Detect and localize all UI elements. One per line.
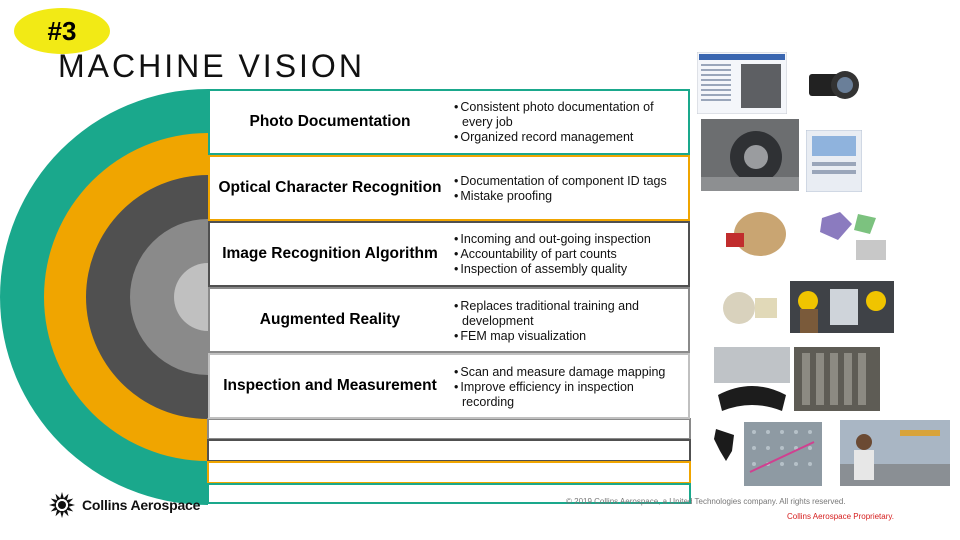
bullet-item: Inspection of assembly quality (454, 262, 686, 277)
row-ocr: Optical Character Recognition Documentat… (208, 155, 690, 221)
bullet-list: Documentation of component ID tags Mista… (454, 174, 686, 204)
form-screenshot-image (697, 52, 787, 114)
hologram-training-image (790, 281, 894, 339)
collins-aerospace-logo: Collins Aerospace (48, 491, 200, 519)
hololens-image (714, 347, 790, 423)
assembly-diagram-image (702, 199, 794, 269)
engine-photo-image (701, 119, 799, 191)
collins-sunburst-icon (49, 492, 75, 518)
row-label: Image Recognition Algorithm (222, 245, 438, 262)
copyright-notice: © 2019 Collins Aerospace, a United Techn… (566, 497, 846, 506)
ocr-screen-image (806, 130, 862, 192)
bullet-item: Scan and measure damage mapping (454, 365, 686, 380)
technician-warehouse-image (840, 420, 950, 486)
row-augmented-reality: Augmented Reality Replaces traditional t… (208, 287, 690, 353)
bullet-list: Consistent photo documentation of every … (454, 100, 686, 145)
bullet-item: Consistent photo documentation of every … (454, 100, 686, 130)
bullet-list: Scan and measure damage mapping Improve … (454, 365, 686, 410)
bullet-item: Improve efficiency in inspection recordi… (454, 380, 686, 410)
bullet-item: Replaces traditional training and develo… (454, 299, 686, 329)
empty-band-2 (207, 439, 691, 462)
ar-diagram-image (709, 278, 785, 336)
row-photo-documentation: Photo Documentation Consistent photo doc… (208, 89, 690, 155)
damage-map-image (744, 422, 822, 486)
bullet-list: Replaces traditional training and develo… (454, 299, 686, 344)
empty-band-3 (207, 461, 691, 484)
row-label: Augmented Reality (259, 311, 401, 328)
bullet-item: Documentation of component ID tags (454, 174, 686, 189)
bullet-item: Incoming and out-going inspection (454, 232, 686, 247)
bullet-item: Accountability of part counts (454, 247, 686, 262)
camera-image (795, 52, 865, 114)
scanner-device-image (710, 425, 740, 465)
proprietary-notice: Collins Aerospace Proprietary. (787, 512, 895, 521)
bullet-item: FEM map visualization (454, 329, 686, 344)
page-title: MACHINE VISION (58, 48, 365, 84)
environmental-control-image (800, 200, 900, 268)
empty-band-1 (207, 418, 691, 440)
row-image-recognition: Image Recognition Algorithm Incoming and… (208, 221, 690, 287)
row-inspection-measurement: Inspection and Measurement Scan and meas… (208, 353, 690, 419)
bullet-item: Organized record management (454, 130, 686, 145)
bullet-item: Mistake proofing (454, 189, 686, 204)
row-label: Photo Documentation (249, 113, 411, 130)
logo-text: Collins Aerospace (82, 497, 201, 513)
row-label: Inspection and Measurement (223, 377, 437, 394)
bullet-list: Incoming and out-going inspection Accoun… (454, 232, 686, 277)
fan-blade-inspection-image (794, 347, 880, 411)
row-label: Optical Character Recognition (218, 179, 442, 196)
